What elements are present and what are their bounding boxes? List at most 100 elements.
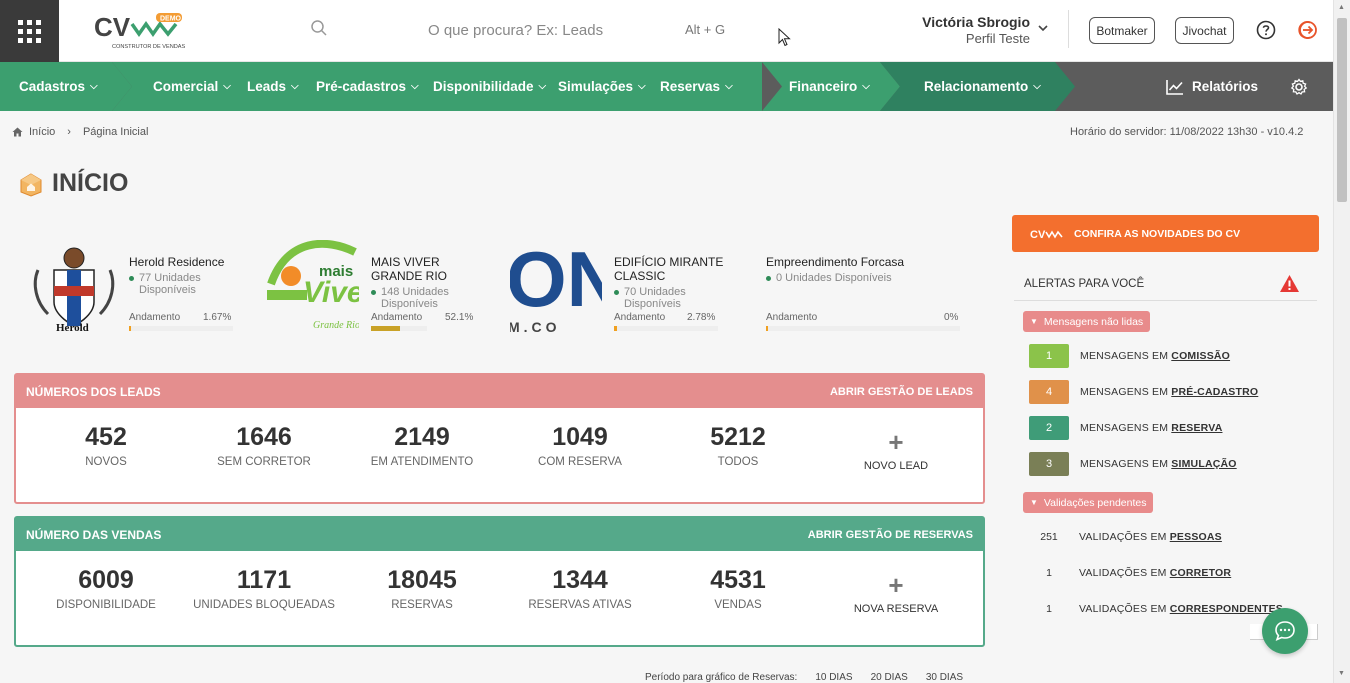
progress-label: Andamento	[371, 312, 423, 323]
chevron-down-icon: ⌵	[538, 81, 547, 92]
leads-panel-title: NÚMEROS DOS LEADS	[26, 384, 161, 399]
validation-label: VALIDAÇÕES EM PESSOAS	[1079, 531, 1222, 543]
chevron-right-icon: ›	[67, 126, 71, 138]
empreendimento-name: EDIFÍCIO MIRANTE CLASSIC	[614, 255, 724, 283]
nav-leads[interactable]: Leads ⌵	[247, 62, 299, 111]
nav-pre-cadastros[interactable]: Pré-cadastros ⌵	[316, 62, 419, 111]
leads-panel: NÚMEROS DOS LEADS ABRIR GESTÃO DE LEADS …	[14, 373, 985, 504]
validation-count: 251	[1040, 531, 1058, 543]
scroll-up-arrow-icon[interactable]: ▲	[1338, 4, 1345, 11]
empreendimento-units: 148 Unidades Disponíveis	[371, 286, 483, 310]
page-scrollbar[interactable]: ▲ ▼	[1333, 0, 1350, 683]
message-count-badge: 4	[1029, 380, 1069, 404]
empreendimento-name: MAIS VIVER GRANDE RIO	[371, 255, 448, 283]
stat-todos[interactable]: 5212 TODOS	[663, 423, 813, 468]
breadcrumb-home[interactable]: Início	[29, 126, 55, 138]
search-shortcut: Alt + G	[685, 22, 726, 37]
nav-relatorios[interactable]: Relatórios	[1166, 62, 1258, 111]
message-label: MENSAGENS EM PRÉ-CADASTRO	[1080, 386, 1259, 398]
period-30-days[interactable]: 30 DIAS	[926, 672, 963, 683]
jivochat-button[interactable]: Jivochat	[1175, 17, 1234, 44]
stat-sem-corretor[interactable]: 1646 SEM CORRETOR	[189, 423, 339, 468]
stat-reservas-ativas[interactable]: 1344 RESERVAS ATIVAS	[505, 566, 655, 611]
validation-row[interactable]: 1 VALIDAÇÕES EM CORRETOR	[1030, 565, 1231, 581]
period-20-days[interactable]: 20 DIAS	[871, 672, 908, 683]
gear-icon[interactable]	[1290, 78, 1308, 96]
open-leads-link[interactable]: ABRIR GESTÃO DE LEADS	[830, 386, 973, 398]
main-nav: Cadastros ⌵ Comercial ⌵ Leads ⌵ Pré-cadastr…	[0, 62, 1333, 111]
scroll-thumb[interactable]	[1337, 18, 1347, 202]
progress-label: Andamento	[766, 312, 818, 323]
mais-viver-logo: mais Viver Grande Rio	[267, 240, 359, 332]
divider	[1068, 10, 1069, 48]
validation-row[interactable]: 251 VALIDAÇÕES EM PESSOAS	[1030, 529, 1222, 545]
empreendimento-card[interactable]: ON M.CO EDIFÍCIO MIRANTE CLASSIC 70 Unid…	[510, 240, 725, 332]
nav-disponibilidade[interactable]: Disponibilidade ⌵	[433, 62, 546, 111]
stat-novos[interactable]: 452 NOVOS	[31, 423, 181, 468]
breadcrumb-current: Página Inicial	[82, 126, 149, 138]
herold-logo: Herold	[28, 240, 120, 332]
cv-news-button[interactable]: CV CONFIRA AS NOVIDADES DO CV	[1012, 215, 1319, 252]
chevron-down-icon: ⌵	[291, 81, 299, 92]
empreendimento-card[interactable]: Herold Herold Residence 77 Unidades Disp…	[28, 240, 238, 332]
unread-messages-toggle[interactable]: ▼ Mensagens não lidas	[1023, 311, 1151, 332]
nav-relacionamento[interactable]: Relacionamento ⌵	[924, 62, 1041, 111]
message-row[interactable]: 3 MENSAGENS EM SIMULAÇÃO	[1029, 452, 1237, 476]
page-title-wrap: INÍCIO	[18, 169, 128, 198]
search-icon[interactable]	[310, 19, 328, 37]
mouse-cursor-icon	[778, 28, 791, 47]
stat-em-atendimento[interactable]: 2149 EM ATENDIMENTO	[347, 423, 497, 468]
sales-panel: NÚMERO DAS VENDAS ABRIR GESTÃO DE RESERV…	[14, 516, 985, 647]
empreendimento-name: Herold Residence	[129, 255, 225, 269]
stat-vendas[interactable]: 4531 VENDAS	[663, 566, 813, 611]
empreendimento-name: Empreendimento Forcasa	[766, 255, 905, 269]
nav-cadastros[interactable]: Cadastros ⌵	[19, 62, 98, 111]
message-count-badge: 2	[1029, 416, 1069, 440]
apps-grid-button[interactable]	[0, 0, 59, 62]
nav-comercial[interactable]: Comercial ⌵	[153, 62, 231, 111]
message-row[interactable]: 2 MENSAGENS EM RESERVA	[1029, 416, 1222, 440]
stat-com-reserva[interactable]: 1049 COM RESERVA	[505, 423, 655, 468]
chevron-down-icon: ⌵	[638, 81, 646, 92]
cv-logo[interactable]: CV DEMO CONSTRUTOR DE VENDAS	[92, 10, 187, 52]
logout-icon[interactable]	[1297, 19, 1319, 41]
nav-reservas[interactable]: Reservas ⌵	[660, 62, 733, 111]
message-row[interactable]: 1 MENSAGENS EM COMISSÃO	[1029, 344, 1230, 368]
empreendimento-card[interactable]: mais Viver Grande Rio MAIS VIVER GRANDE …	[267, 240, 482, 332]
pending-validations-toggle[interactable]: ▼ Validações pendentes	[1023, 492, 1154, 513]
user-menu[interactable]: Victória Sbrogio Perfil Teste	[900, 14, 1030, 46]
progress-value: 1.67%	[203, 312, 232, 323]
page-title: INÍCIO	[52, 169, 129, 197]
svg-text:Grande Rio: Grande Rio	[313, 320, 359, 331]
home-box-icon	[20, 172, 42, 197]
breadcrumb: Início › Página Inicial	[12, 126, 148, 138]
warning-icon	[1280, 275, 1299, 292]
open-reservas-link[interactable]: ABRIR GESTÃO DE RESERVAS	[808, 529, 973, 541]
period-10-days[interactable]: 10 DIAS	[815, 672, 852, 683]
stat-unidades-bloqueadas[interactable]: 1171 UNIDADES BLOQUEADAS	[189, 566, 339, 611]
empreendimento-card[interactable]: Empreendimento Forcasa 0 Unidades Dispon…	[766, 240, 966, 332]
search-input[interactable]	[428, 20, 668, 40]
server-time: Horário do servidor: 11/08/2022 13h30 - …	[1070, 126, 1304, 138]
chat-button[interactable]	[1262, 608, 1308, 654]
validation-count: 1	[1046, 603, 1052, 615]
new-lead-button[interactable]: + NOVO LEAD	[821, 429, 971, 472]
chevron-down-icon[interactable]	[1037, 22, 1049, 34]
user-profile: Perfil Teste	[965, 31, 1030, 46]
validation-row[interactable]: 1 VALIDAÇÕES EM CORRESPONDENTES	[1030, 601, 1283, 617]
message-row[interactable]: 4 MENSAGENS EM PRÉ-CADASTRO	[1029, 380, 1258, 404]
stat-disponibilidade[interactable]: 6009 DISPONIBILIDADE	[31, 566, 181, 611]
progress-bar	[129, 326, 233, 331]
botmaker-button[interactable]: Botmaker	[1089, 17, 1155, 44]
scroll-down-arrow-icon[interactable]: ▼	[1338, 670, 1345, 677]
progress-bar	[766, 326, 960, 331]
svg-text:CV: CV	[94, 12, 131, 42]
sales-panel-title: NÚMERO DAS VENDAS	[26, 527, 162, 542]
message-label: MENSAGENS EM COMISSÃO	[1080, 350, 1231, 362]
help-icon[interactable]	[1256, 20, 1276, 40]
nav-financeiro[interactable]: Financeiro ⌵	[789, 62, 870, 111]
new-reservation-button[interactable]: + NOVA RESERVA	[821, 572, 971, 615]
stat-reservas[interactable]: 18045 RESERVAS	[347, 566, 497, 611]
nav-simulacoes[interactable]: Simulações ⌵	[558, 62, 646, 111]
chart-icon	[1166, 79, 1183, 95]
